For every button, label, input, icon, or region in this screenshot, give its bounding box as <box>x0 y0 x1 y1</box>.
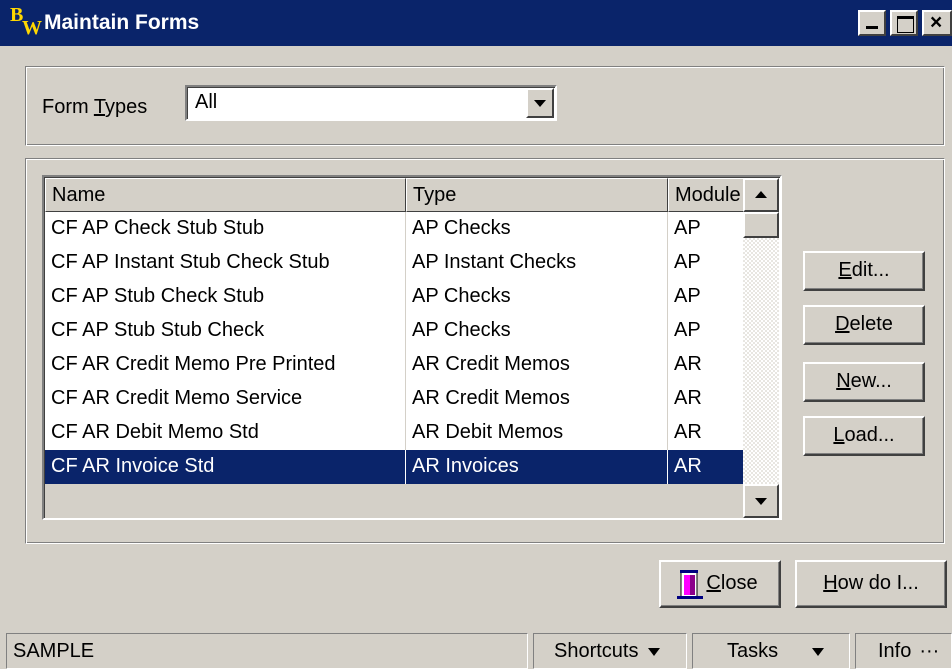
table-row[interactable]: CF AR Credit Memo Pre Printed AR Credit M… <box>45 348 745 382</box>
column-header-name[interactable]: Name <box>45 178 406 212</box>
cell-type: AP Checks <box>406 314 668 348</box>
list-empty-area <box>45 484 745 518</box>
table-row[interactable]: CF AR Invoice Std AR Invoices AR <box>45 450 745 484</box>
shortcuts-label: Shortcuts <box>554 640 639 662</box>
delete-button[interactable]: Delete <box>803 305 925 345</box>
new-mnemonic: N <box>836 370 851 392</box>
cell-module: AP <box>674 217 701 239</box>
scroll-down-button[interactable] <box>743 484 779 518</box>
how-do-i-button[interactable]: How do I... <box>795 560 947 608</box>
status-bar: SAMPLE Shortcuts Tasks Info ··· <box>0 627 952 669</box>
edit-label: dit... <box>851 259 890 281</box>
cell-module: AP <box>674 285 701 307</box>
form-types-label: Form Types <box>42 96 147 119</box>
minimize-button[interactable] <box>858 10 886 36</box>
tasks-label: Tasks <box>727 640 779 662</box>
new-label: ew... <box>850 370 892 392</box>
table-row[interactable]: CF AP Stub Check Stub AP Checks AP <box>45 280 745 314</box>
cell-name: CF AP Instant Stub Check Stub <box>45 246 406 280</box>
shortcuts-chevron-down-icon <box>648 647 661 656</box>
window-title: Maintain Forms <box>44 11 200 34</box>
cell-name: CF AP Stub Stub Check <box>45 314 406 348</box>
form-types-label-pre: Form <box>42 96 94 118</box>
form-types-value: All <box>195 91 218 113</box>
close-button[interactable]: Close <box>659 560 781 608</box>
cell-module: AP <box>674 319 701 341</box>
close-x-icon: × <box>930 11 943 34</box>
info-label: Info <box>878 640 912 662</box>
info-menu[interactable]: Info ··· <box>855 633 952 669</box>
cell-name: CF AR Invoice Std <box>45 450 406 484</box>
title-bar: B W Maintain Forms × <box>0 0 952 46</box>
scroll-up-button[interactable] <box>743 178 779 212</box>
status-company: SAMPLE <box>6 633 528 669</box>
cell-type: AP Instant Checks <box>406 246 668 280</box>
shortcuts-menu[interactable]: Shortcuts <box>533 633 687 669</box>
cell-type: AR Credit Memos <box>406 382 668 416</box>
table-row[interactable]: CF AP Instant Stub Check Stub AP Instant … <box>45 246 745 280</box>
tasks-menu[interactable]: Tasks <box>692 633 850 669</box>
cell-name: CF AP Stub Check Stub <box>45 280 406 314</box>
column-header-type[interactable]: Type <box>406 178 668 212</box>
delete-mnemonic: D <box>835 313 850 335</box>
edit-mnemonic: E <box>838 259 852 281</box>
form-types-dropdown[interactable]: All <box>185 85 557 121</box>
cell-type: AP Checks <box>406 280 668 314</box>
load-mnemonic: L <box>833 424 845 446</box>
cell-module: AR <box>674 387 702 409</box>
cell-name: CF AP Check Stub Stub <box>45 212 406 246</box>
form-types-label-post: ypes <box>104 96 148 118</box>
close-label: lose <box>720 572 758 594</box>
close-window-button[interactable]: × <box>922 10 952 36</box>
column-header-module[interactable]: Module <box>668 178 746 212</box>
scroll-thumb[interactable] <box>743 212 779 238</box>
cell-type: AR Credit Memos <box>406 348 668 382</box>
cell-module: AR <box>674 353 702 375</box>
cell-name: CF AR Credit Memo Pre Printed <box>45 348 406 382</box>
delete-label: elete <box>849 313 893 335</box>
new-button[interactable]: New... <box>803 362 925 402</box>
edit-button[interactable]: Edit... <box>803 251 925 291</box>
cell-module: AR <box>674 455 702 477</box>
load-button[interactable]: Load... <box>803 416 925 456</box>
table-row[interactable]: CF AP Stub Stub Check AP Checks AP <box>45 314 745 348</box>
more-dots-icon: ··· <box>919 640 940 662</box>
table-row[interactable]: CF AR Credit Memo Service AR Credit Memos… <box>45 382 745 416</box>
cell-type: AR Debit Memos <box>406 416 668 450</box>
howdo-mnemonic: H <box>823 572 838 594</box>
vertical-scrollbar[interactable] <box>743 178 779 518</box>
chevron-down-icon <box>534 100 546 107</box>
table-row[interactable]: CF AR Debit Memo Std AR Debit Memos AR <box>45 416 745 450</box>
tasks-chevron-down-icon <box>812 647 825 656</box>
table-row[interactable]: CF AP Check Stub Stub AP Checks AP <box>45 212 745 246</box>
list-header: Name Type Module <box>45 178 746 212</box>
cell-module: AP <box>674 251 701 273</box>
close-mnemonic: C <box>706 572 721 594</box>
load-label: oad... <box>844 424 895 446</box>
cell-type: AP Checks <box>406 212 668 246</box>
maximize-button[interactable] <box>890 10 918 36</box>
door-exit-icon <box>677 570 703 599</box>
cell-name: CF AR Debit Memo Std <box>45 416 406 450</box>
scroll-down-icon <box>755 498 767 505</box>
scroll-up-icon <box>755 191 767 198</box>
cell-module: AR <box>674 421 702 443</box>
howdo-label: ow do I... <box>837 572 919 594</box>
form-types-label-mnemonic: T <box>93 96 105 118</box>
logo-letter-w: W <box>22 17 42 39</box>
forms-list[interactable]: Name Type Module CF AP Check Stub Stub AP… <box>42 175 782 520</box>
dropdown-button[interactable] <box>526 88 554 118</box>
cell-name: CF AR Credit Memo Service <box>45 382 406 416</box>
cell-type: AR Invoices <box>406 450 668 484</box>
app-logo-icon: B W <box>10 4 44 40</box>
